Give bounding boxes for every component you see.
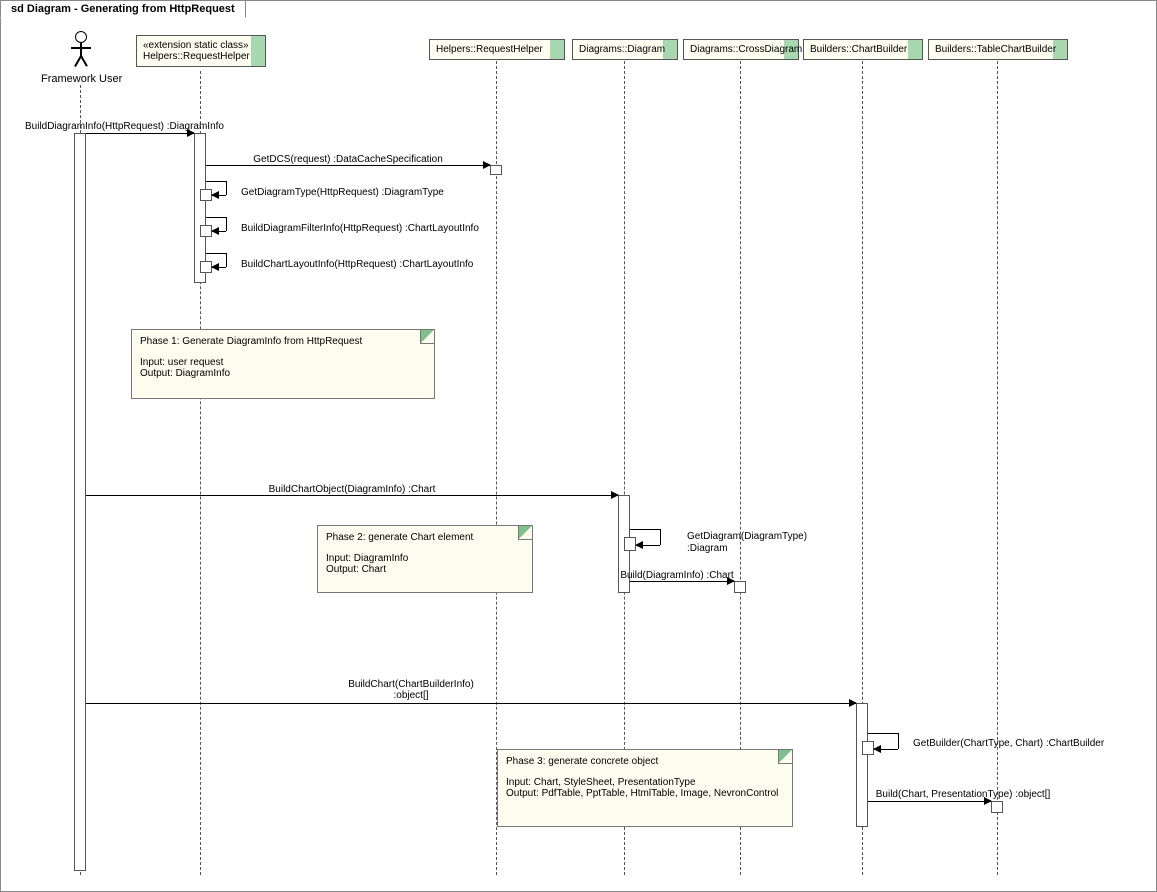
note-title: Phase 2: generate Chart element [326, 532, 524, 543]
note-line: Input: DiagramInfo [326, 553, 524, 564]
selfmsg-top [206, 181, 226, 182]
participant-request-helper: Helpers::RequestHelper [429, 39, 565, 60]
participant-chart-builder: Builders::ChartBuilder [803, 39, 923, 60]
selfmsg-side [226, 217, 227, 231]
message-get-builder [874, 749, 898, 750]
message-label: GetDCS(request) :DataCacheSpecification [206, 154, 490, 165]
message-get-diagram [636, 545, 660, 546]
message-label: Build(DiagramInfo) :Chart [620, 570, 734, 581]
participant-stereotype: «extension static class» [143, 40, 249, 51]
selfmsg-side [226, 181, 227, 195]
activation-p2-a [490, 165, 502, 175]
frame-title: Diagram - Generating from HttpRequest [27, 3, 235, 15]
participant-label: Diagrams::Diagram [579, 44, 671, 55]
actor-icon [71, 31, 91, 71]
message-arrow [86, 133, 194, 134]
message-label: Build(Chart, PresentationType) :object[] [833, 789, 1093, 800]
note-title: Phase 3: generate concrete object [506, 756, 784, 767]
note-line: Input: Chart, StyleSheet, PresentationTy… [506, 777, 784, 788]
message-label: :Diagram [687, 543, 728, 554]
participant-label: Builders::TableChartBuilder [935, 44, 1061, 55]
frame-title-tab: sd Diagram - Generating from HttpRequest [0, 0, 246, 18]
actor-framework-user: Framework User [41, 31, 121, 85]
participant-cross-diagram: Diagrams::CrossDiagram [683, 39, 799, 60]
message-label: BuildDiagramFilterInfo(HttpRequest) :Cha… [241, 223, 479, 234]
message-label: GetBuilder(ChartType, Chart) :ChartBuild… [913, 738, 1104, 749]
message-build-diagram: Build(DiagramInfo) :Chart [630, 581, 734, 582]
actor-label: Framework User [41, 73, 121, 85]
note-phase-1: Phase 1: Generate DiagramInfo from HttpR… [131, 329, 435, 399]
message-label: GetDiagram(DiagramType) [687, 531, 807, 542]
selfmsg-top [206, 217, 226, 218]
note-line: Output: PdfTable, PptTable, HtmlTable, I… [506, 788, 784, 799]
selfmsg-top [868, 733, 898, 734]
participant-label: Diagrams::CrossDiagram [690, 44, 792, 55]
message-label: BuildChartObject(DiagramInfo) :Chart [86, 484, 618, 495]
selfmsg-side [226, 253, 227, 267]
message-label: GetDiagramType(HttpRequest) :DiagramType [241, 187, 444, 198]
message-build-chart-object: BuildChartObject(DiagramInfo) :Chart [86, 495, 618, 496]
message-get-dcs: GetDCS(request) :DataCacheSpecification [206, 165, 490, 166]
note-line: Output: Chart [326, 564, 524, 575]
selfmsg-top [206, 253, 226, 254]
message-label: BuildChart(ChartBuilderInfo) :object[] [341, 679, 481, 701]
selfmsg-top [630, 529, 660, 530]
selfmsg-side [660, 529, 661, 545]
message-build-chart [86, 703, 856, 704]
message-label: BuildChartLayoutInfo(HttpRequest) :Chart… [241, 259, 473, 270]
participant-label: Helpers::RequestHelper [143, 51, 249, 62]
message-get-diagram-type [212, 195, 226, 196]
sequence-diagram-frame: sd Diagram - Generating from HttpRequest… [0, 0, 1157, 892]
participant-diagram: Diagrams::Diagram [572, 39, 678, 60]
activation-actor [74, 133, 86, 871]
lifeline-p6 [997, 61, 998, 875]
participant-table-chart-builder: Builders::TableChartBuilder [928, 39, 1068, 60]
activation-p4-a [734, 581, 746, 593]
activation-p6-a [991, 801, 1003, 813]
message-label: BuildDiagramInfo(HttpRequest) :DiagramIn… [25, 121, 194, 132]
note-phase-2: Phase 2: generate Chart element Input: D… [317, 525, 533, 593]
note-phase-3: Phase 3: generate concrete object Input:… [497, 749, 793, 827]
participant-request-helper-ext: «extension static class» Helpers::Reques… [136, 35, 266, 67]
message-build-chart-layout [212, 267, 226, 268]
note-line: Output: DiagramInfo [140, 368, 426, 379]
note-title: Phase 1: Generate DiagramInfo from HttpR… [140, 336, 426, 347]
participant-label: Builders::ChartBuilder [810, 44, 916, 55]
frame-title-prefix: sd [11, 3, 27, 15]
message-build-presentation [868, 801, 991, 802]
activation-p5-a [856, 703, 868, 827]
participant-label: Helpers::RequestHelper [436, 44, 558, 55]
message-build-diagram-filter [212, 231, 226, 232]
selfmsg-side [898, 733, 899, 749]
note-line: Input: user request [140, 357, 426, 368]
